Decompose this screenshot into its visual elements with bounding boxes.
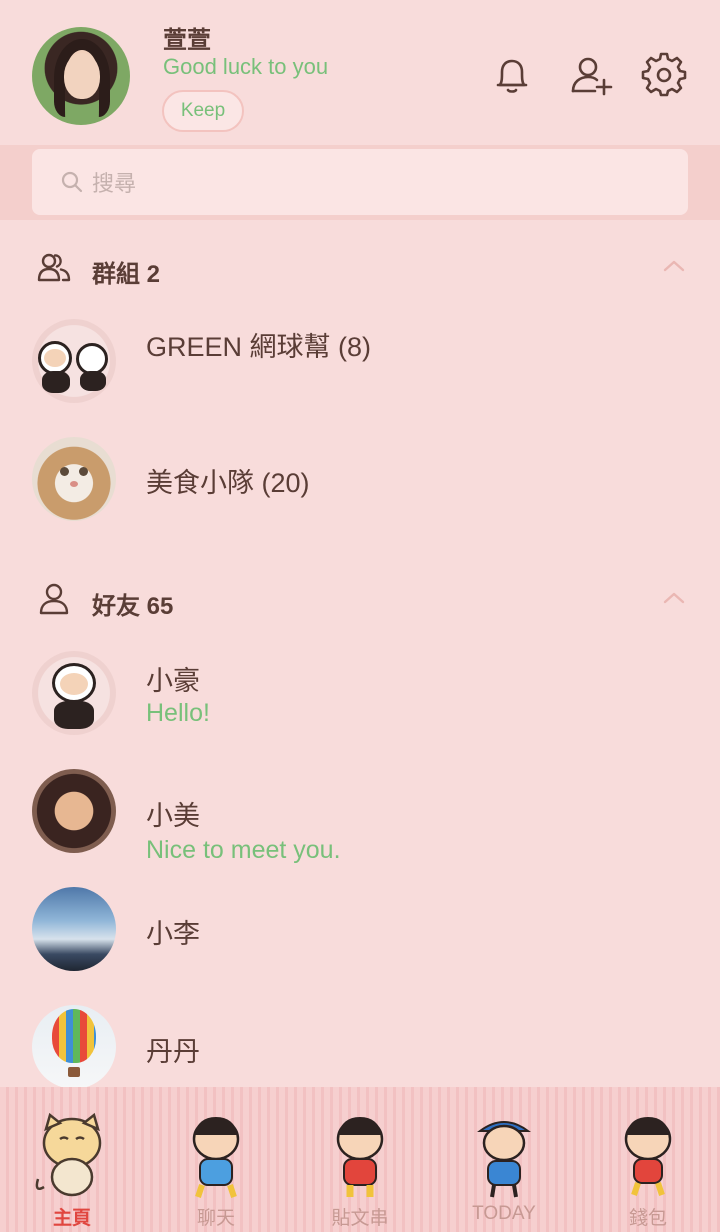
tab-label: 貼文串 (331, 1208, 389, 1229)
group-name: 美食小隊 (20) (146, 468, 310, 498)
tab-timeline[interactable]: 貼文串 (288, 1087, 432, 1232)
friend-status-message: Nice to meet you. (146, 836, 341, 864)
timeline-character-icon (336, 1117, 384, 1197)
profile-status-message[interactable]: Good luck to you (163, 54, 328, 80)
friend-avatar (32, 651, 116, 735)
group-row-tennis[interactable]: GREEN 網球幫 (8) (0, 319, 720, 437)
groups-section-header[interactable]: 群組 2 (0, 236, 720, 296)
chevron-up-icon[interactable] (660, 588, 688, 608)
friend-row[interactable]: 小豪 Hello! (0, 651, 720, 769)
group-name: GREEN 網球幫 (8) (146, 332, 372, 362)
friends-section-label: 好友 65 (92, 593, 174, 620)
gear-icon[interactable] (641, 52, 687, 98)
profile-name[interactable]: 萱萱 (163, 20, 211, 55)
friend-name: 小豪 (146, 666, 200, 696)
friends-section-header[interactable]: 好友 65 (0, 568, 720, 628)
home-character-icon (35, 1112, 102, 1197)
bell-icon[interactable] (489, 52, 535, 98)
chevron-up-icon[interactable] (660, 256, 688, 276)
group-avatar (32, 437, 116, 521)
chat-character-icon (192, 1117, 240, 1198)
friend-name: 小美 (146, 801, 200, 831)
bottom-tab-bar: 主頁 聊天 貼文串 TODAY 錢包 (0, 1087, 720, 1232)
groups-section-label: 群組 2 (92, 261, 161, 288)
friend-status-message: Hello! (146, 699, 210, 727)
add-friend-icon[interactable] (568, 52, 614, 98)
friend-name: 丹丹 (146, 1037, 200, 1067)
keep-button[interactable]: Keep (162, 90, 244, 132)
friend-avatar (32, 1005, 116, 1089)
tab-today[interactable]: TODAY (432, 1087, 576, 1232)
friend-avatar (32, 769, 116, 853)
tab-wallet[interactable]: 錢包 (576, 1087, 720, 1232)
group-row-food[interactable]: 美食小隊 (20) (0, 437, 720, 555)
today-character-icon (476, 1121, 532, 1198)
profile-header: 萱萱 Good luck to you Keep (0, 0, 720, 145)
group-avatar (32, 319, 116, 403)
friend-name: 小李 (146, 919, 200, 949)
tab-chat[interactable]: 聊天 (144, 1087, 288, 1232)
search-input[interactable]: 搜尋 (32, 149, 688, 215)
group-icon (37, 253, 71, 282)
tab-home[interactable]: 主頁 (0, 1087, 144, 1232)
search-icon (61, 171, 83, 193)
tab-label: 錢包 (628, 1208, 667, 1229)
wallet-character-icon (624, 1117, 672, 1196)
friend-row[interactable]: 小美 Nice to meet you. (0, 769, 720, 887)
tab-label: 聊天 (196, 1208, 235, 1229)
friend-row[interactable]: 小李 (0, 887, 720, 1005)
friend-avatar (32, 887, 116, 971)
person-icon (39, 583, 69, 615)
tab-label: 主頁 (52, 1208, 91, 1229)
search-placeholder: 搜尋 (92, 171, 137, 196)
profile-avatar[interactable] (32, 27, 130, 125)
tab-label: TODAY (472, 1203, 536, 1224)
